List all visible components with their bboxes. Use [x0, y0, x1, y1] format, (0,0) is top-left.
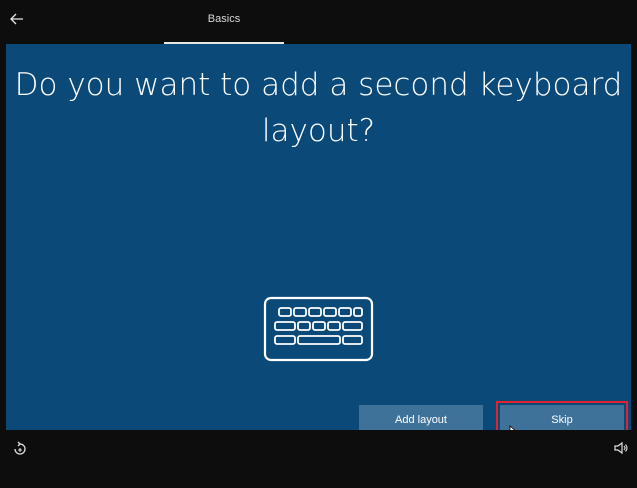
bottom-bar [0, 430, 637, 488]
volume-icon[interactable] [613, 440, 629, 456]
ease-of-access-icon[interactable] [12, 440, 28, 456]
keyboard-icon [263, 296, 374, 362]
top-bar: Basics [0, 0, 637, 44]
page-title: Do you want to add a second keyboard lay… [14, 67, 623, 149]
back-button[interactable] [8, 10, 34, 32]
main-panel: Do you want to add a second keyboard lay… [6, 44, 631, 440]
arrow-left-icon [10, 13, 23, 25]
tab-basics[interactable]: Basics [164, 0, 284, 44]
